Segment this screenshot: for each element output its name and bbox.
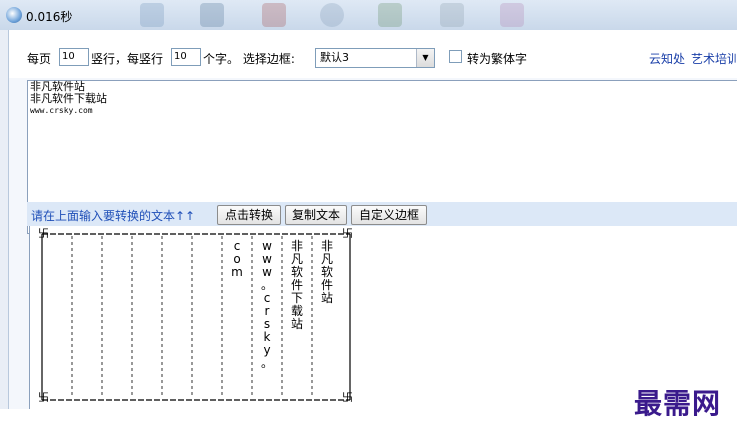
chars-suffix-label: 个字。 选择边框: xyxy=(203,52,295,66)
decor-icon xyxy=(440,3,464,27)
vertical-column: 非凡软件站 xyxy=(320,239,333,305)
custom-border-button[interactable]: 自定义边框 xyxy=(351,205,427,225)
decor-icon xyxy=(378,3,402,27)
decor-icon xyxy=(500,3,524,27)
traditional-label: 转为繁体字 xyxy=(467,52,528,66)
columns-input[interactable]: 10 xyxy=(59,48,89,66)
frame-corner: 卐 xyxy=(38,227,49,240)
chevron-down-icon[interactable]: ▼ xyxy=(416,49,434,67)
decor-icon xyxy=(140,3,164,27)
action-bar: 请在上面输入要转换的文本↑↑ 点击转换 复制文本 自定义边框 xyxy=(27,202,737,226)
columns-suffix-label: 竖行，每竖行 xyxy=(91,52,164,66)
input-line: www.crsky.com xyxy=(30,106,93,115)
title-bar: 0.016秒 xyxy=(0,0,737,31)
convert-button[interactable]: 点击转换 xyxy=(217,205,281,225)
traditional-checkbox[interactable] xyxy=(449,50,462,63)
frame-lines xyxy=(41,233,351,401)
vertical-text-frame: 卐 卐 卐 卐 非凡软件站 非凡软件下载站 w w w。 c r s k y。 com xyxy=(38,226,366,409)
watermark: 最需网 xyxy=(634,387,722,420)
window-title: 0.016秒 xyxy=(26,10,73,24)
border-select[interactable]: 默认3 ▼ xyxy=(315,48,435,68)
options-row: 每页 10 竖行，每竖行 10 个字。 选择边框: 默认3 ▼ 转为繁体字 云知… xyxy=(9,30,737,78)
chars-per-column-input[interactable]: 10 xyxy=(171,48,201,66)
copy-text-button[interactable]: 复制文本 xyxy=(285,205,347,225)
frame-corner: 卐 xyxy=(342,227,353,240)
link-art-training[interactable]: 艺术培训 xyxy=(691,52,737,66)
app-icon xyxy=(6,7,22,23)
decor-icon xyxy=(320,3,344,27)
input-prompt: 请在上面输入要转换的文本↑↑ xyxy=(31,209,196,223)
input-line: 非凡软件下载站 xyxy=(30,92,107,105)
top-links: 云知处 艺术培训 xyxy=(649,50,737,67)
vertical-column: com xyxy=(231,239,243,279)
frame-corner: 卐 xyxy=(342,391,353,404)
frame-corner: 卐 xyxy=(38,391,49,404)
vertical-column: 非凡软件下载站 xyxy=(290,239,303,331)
link-yunzhichu[interactable]: 云知处 xyxy=(649,52,685,66)
vertical-column: w w w。 c r s k y。 xyxy=(260,239,273,370)
main-panel: 每页 10 竖行，每竖行 10 个字。 选择边框: 默认3 ▼ 转为繁体字 云知… xyxy=(8,30,737,420)
decor-icon xyxy=(200,3,224,27)
input-line: 非凡软件站 xyxy=(30,80,85,93)
per-page-label: 每页 xyxy=(27,52,52,66)
window-left-edge xyxy=(0,30,8,409)
output-area[interactable]: 卐 卐 卐 卐 非凡软件站 非凡软件下载站 w w w。 c r s k y。 com 最需网 xyxy=(29,226,737,420)
decor-icon xyxy=(262,3,286,27)
border-select-value: 默认3 xyxy=(320,51,349,64)
